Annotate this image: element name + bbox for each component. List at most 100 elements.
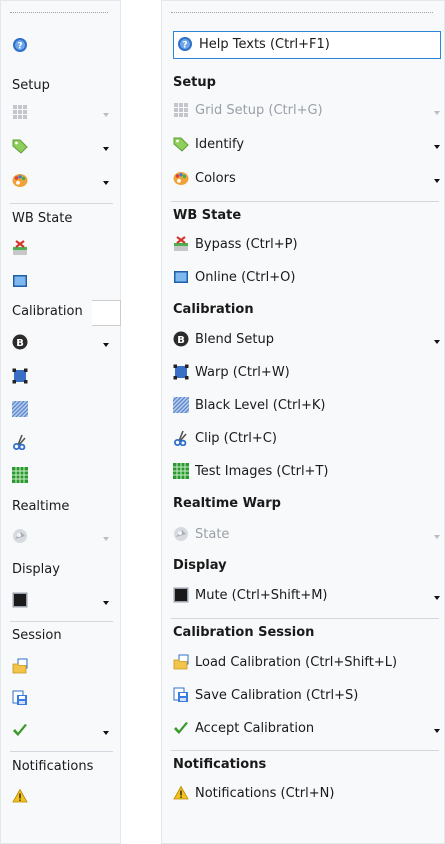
wb-state-header-label: WB State: [173, 208, 242, 223]
calibration-header: Calibration: [12, 304, 83, 319]
grid-setup-button[interactable]: Grid Setup (Ctrl+G): [173, 102, 323, 118]
grid-icon: [174, 103, 188, 117]
state-button[interactable]: [12, 528, 28, 544]
toolbar-grip[interactable]: [171, 12, 433, 13]
svg-text:?: ?: [182, 41, 187, 51]
grid-icon: [13, 105, 27, 119]
help-button[interactable]: ?: [12, 37, 28, 53]
chevron-down-icon[interactable]: [434, 145, 440, 149]
clip-button[interactable]: Clip (Ctrl+C): [173, 430, 277, 446]
warp-label: Warp (Ctrl+W): [195, 364, 290, 380]
state-button[interactable]: State: [173, 526, 229, 542]
load-calibration-label: Load Calibration (Ctrl+Shift+L): [195, 654, 398, 670]
setup-header: Setup: [12, 78, 50, 93]
separator: [10, 621, 113, 622]
colors-button[interactable]: Colors: [173, 170, 236, 186]
hatched-icon: [12, 401, 28, 417]
setup-header-label: Setup: [12, 78, 50, 93]
online-button[interactable]: [12, 273, 28, 289]
black-level-button[interactable]: [12, 401, 28, 417]
realtime-header: Realtime: [12, 499, 69, 514]
separator: [171, 618, 439, 619]
clip-button[interactable]: [12, 434, 28, 450]
test-images-button[interactable]: [12, 467, 28, 483]
chevron-down-icon[interactable]: [434, 340, 440, 344]
bypass-button[interactable]: Bypass (Ctrl+P): [173, 236, 298, 252]
realtime-header-label: Realtime: [12, 499, 70, 514]
colors-button[interactable]: [12, 172, 28, 188]
test-grid-icon: [12, 467, 28, 483]
save-calibration-label: Save Calibration (Ctrl+S): [195, 687, 359, 703]
identify-button[interactable]: Identify: [173, 136, 244, 152]
setup-header: Setup: [173, 75, 216, 90]
chevron-down-icon[interactable]: [103, 731, 109, 735]
display-header: Display: [173, 558, 227, 573]
bypass-button[interactable]: [12, 240, 28, 256]
chevron-down-icon[interactable]: [434, 596, 440, 600]
blend-setup-button[interactable]: B Blend Setup: [173, 331, 274, 347]
warp-button[interactable]: [12, 368, 28, 384]
identify-button[interactable]: [12, 138, 28, 154]
svg-text:B: B: [177, 335, 185, 346]
tag-icon: [12, 139, 28, 154]
toolbar-grip[interactable]: [10, 12, 108, 13]
separator: [171, 750, 439, 751]
blend-setup-button[interactable]: B: [12, 334, 28, 350]
folder-open-icon: [173, 654, 189, 670]
save-calibration-button[interactable]: Save Calibration (Ctrl+S): [173, 687, 358, 703]
load-calibration-button[interactable]: Load Calibration (Ctrl+Shift+L): [173, 654, 397, 670]
calibration-session-header-label: Calibration Session: [173, 625, 315, 640]
notifications-button[interactable]: [12, 788, 28, 804]
notifications-header-label: Notifications: [12, 759, 94, 774]
colors-label: Colors: [195, 170, 236, 186]
chevron-down-icon[interactable]: [103, 343, 109, 347]
chevron-down-icon[interactable]: [103, 537, 109, 541]
collapsed-toolbar: ? Setup WB State Calibration B Realtime: [0, 0, 121, 844]
tooltip-fragment: [92, 300, 121, 326]
svg-text:?: ?: [17, 42, 22, 52]
chevron-down-icon[interactable]: [103, 113, 109, 117]
calibration-header: Calibration: [173, 302, 254, 317]
black-level-button[interactable]: Black Level (Ctrl+K): [173, 397, 325, 413]
accept-calibration-button[interactable]: [12, 722, 28, 738]
state-icon: [174, 527, 188, 541]
chevron-down-icon[interactable]: [103, 181, 109, 185]
chevron-down-icon[interactable]: [434, 729, 440, 733]
scissors-icon: [174, 430, 187, 446]
blend-b-icon: B: [12, 334, 28, 350]
grid-setup-button[interactable]: [12, 104, 28, 120]
mute-button[interactable]: Mute (Ctrl+Shift+M): [173, 587, 328, 603]
hatched-icon: [173, 397, 189, 413]
online-button[interactable]: Online (Ctrl+O): [173, 269, 295, 285]
chevron-down-icon[interactable]: [434, 535, 440, 539]
online-label: Online (Ctrl+O): [195, 269, 296, 285]
chevron-down-icon[interactable]: [434, 179, 440, 183]
chevron-down-icon[interactable]: [103, 601, 109, 605]
calibration-session-header: Calibration Session: [173, 625, 314, 640]
test-grid-icon: [173, 463, 189, 479]
mute-button[interactable]: [12, 592, 28, 608]
warp-icon: [12, 368, 28, 384]
scissors-icon: [13, 434, 26, 450]
tag-icon: [173, 137, 189, 152]
monitor-icon: [13, 275, 27, 287]
chevron-down-icon[interactable]: [434, 111, 440, 115]
accept-calibration-button[interactable]: Accept Calibration: [173, 720, 314, 736]
display-header-label: Display: [12, 562, 60, 577]
separator: [171, 201, 439, 202]
save-calibration-button[interactable]: [12, 690, 28, 706]
wb-state-header-label: WB State: [12, 211, 73, 226]
wb-state-header: WB State: [12, 211, 72, 226]
warp-button[interactable]: Warp (Ctrl+W): [173, 364, 290, 380]
load-calibration-button[interactable]: [12, 658, 28, 674]
help-texts-label: Help Texts (Ctrl+F1): [199, 36, 330, 52]
notifications-header-label: Notifications: [173, 757, 267, 772]
notifications-button[interactable]: Notifications (Ctrl+N): [173, 785, 334, 801]
chevron-down-icon[interactable]: [103, 147, 109, 151]
help-icon: ?: [178, 37, 192, 51]
warning-icon: [12, 788, 28, 803]
help-texts-button[interactable]: ? Help Texts (Ctrl+F1): [177, 36, 330, 52]
palette-icon: [12, 174, 28, 187]
test-images-button[interactable]: Test Images (Ctrl+T): [173, 463, 328, 479]
black-level-label: Black Level (Ctrl+K): [195, 397, 326, 413]
